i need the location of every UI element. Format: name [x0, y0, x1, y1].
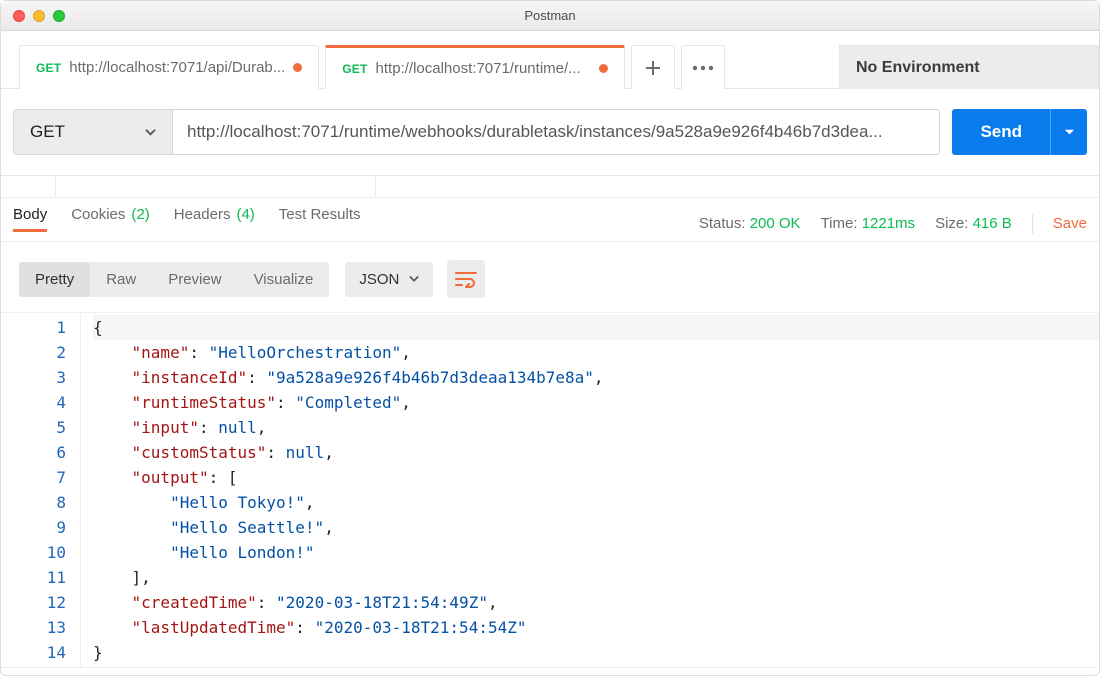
plus-icon [644, 59, 662, 77]
divider [1032, 214, 1033, 234]
tab-cookies[interactable]: Cookies (2) [71, 206, 150, 231]
size-value: 416 B [973, 215, 1012, 232]
chevron-down-icon [145, 127, 156, 138]
tab-test-results-label: Test Results [279, 206, 361, 223]
window-title: Postman [1, 8, 1099, 23]
request-tabs: GET http://localhost:7071/api/Durab... G… [1, 31, 1099, 89]
response-body-code: { "name": "HelloOrchestration", "instanc… [81, 313, 1099, 667]
view-pretty-button[interactable]: Pretty [19, 262, 90, 297]
window-titlebar: Postman [1, 1, 1099, 31]
request-url-input[interactable]: http://localhost:7071/runtime/webhooks/d… [173, 109, 940, 155]
tab-overflow-button[interactable] [681, 45, 725, 89]
body-format-select[interactable]: JSON [345, 262, 433, 297]
wrap-icon [455, 270, 477, 288]
send-button[interactable]: Send [952, 109, 1087, 155]
size-label: Size: 416 B [935, 215, 1012, 232]
chevron-down-icon [409, 274, 419, 284]
body-view-toolbar: Pretty Raw Preview Visualize JSON [1, 242, 1099, 312]
view-raw-button[interactable]: Raw [90, 262, 152, 297]
environment-label: No Environment [856, 59, 980, 77]
tab-cookies-label: Cookies [71, 206, 125, 223]
response-header: Body Cookies (2) Headers (4) Test Result… [1, 198, 1099, 242]
view-visualize-button[interactable]: Visualize [238, 262, 330, 297]
ellipsis-icon [692, 65, 714, 71]
new-tab-button[interactable] [631, 45, 675, 89]
time-label: Time: 1221ms [821, 215, 916, 232]
status-value: 200 OK [750, 215, 801, 232]
tab-headers[interactable]: Headers (4) [174, 206, 255, 231]
sub-toolbar [1, 176, 1099, 198]
http-method-select[interactable]: GET [13, 109, 173, 155]
dirty-indicator-icon [599, 64, 608, 73]
send-button-label: Send [952, 122, 1050, 142]
chevron-down-icon [1064, 127, 1075, 138]
status-label: Status: 200 OK [699, 215, 801, 232]
view-preview-button[interactable]: Preview [152, 262, 237, 297]
dirty-indicator-icon [293, 63, 302, 72]
tab-body[interactable]: Body [13, 206, 47, 231]
tab-method: GET [342, 62, 367, 76]
tab-test-results[interactable]: Test Results [279, 206, 361, 231]
save-response-button[interactable]: Save [1053, 215, 1087, 232]
headers-count: (4) [236, 206, 254, 223]
environment-selector[interactable]: No Environment [839, 45, 1099, 89]
body-view-mode-group: Pretty Raw Preview Visualize [19, 262, 329, 297]
send-dropdown[interactable] [1051, 127, 1087, 138]
request-tab-0[interactable]: GET http://localhost:7071/api/Durab... [19, 45, 319, 89]
http-method-value: GET [30, 122, 65, 142]
tab-label: http://localhost:7071/runtime/... [376, 60, 592, 77]
request-bar: GET http://localhost:7071/runtime/webhoo… [1, 89, 1099, 175]
wrap-lines-button[interactable] [447, 260, 485, 298]
tab-headers-label: Headers [174, 206, 231, 223]
body-format-value: JSON [359, 271, 399, 288]
cookies-count: (2) [131, 206, 149, 223]
line-gutter: 1234567891011121314 [1, 313, 81, 667]
sub-cell [1, 176, 56, 197]
sub-cell [56, 176, 376, 197]
request-tab-1[interactable]: GET http://localhost:7071/runtime/... [325, 45, 625, 89]
response-body-editor[interactable]: 1234567891011121314 { "name": "HelloOrch… [1, 312, 1099, 668]
tab-method: GET [36, 61, 61, 75]
time-value: 1221ms [862, 215, 915, 232]
tab-body-label: Body [13, 206, 47, 223]
tab-label: http://localhost:7071/api/Durab... [69, 59, 285, 76]
